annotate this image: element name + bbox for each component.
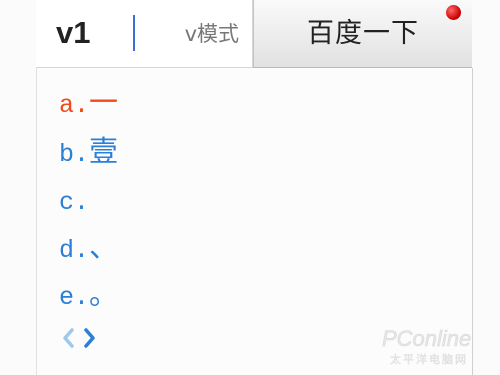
svg-text:太平洋电脑网: 太平洋电脑网: [390, 352, 468, 366]
candidate-text: 、: [89, 230, 119, 264]
svg-text:PConline: PConline: [382, 326, 471, 351]
candidate-pager: [59, 323, 99, 353]
candidate-index: b.: [59, 140, 90, 169]
candidate-item-a[interactable]: a.一: [59, 82, 118, 122]
previous-page-button[interactable]: [59, 325, 77, 351]
candidate-text: 壹: [89, 134, 119, 168]
candidate-index: c.: [59, 188, 90, 217]
candidate-text: 。: [89, 277, 119, 311]
search-button[interactable]: 百度一下: [253, 0, 472, 68]
next-page-button[interactable]: [81, 325, 99, 351]
candidate-index: a.: [59, 91, 90, 120]
search-input[interactable]: v1 v模式: [36, 0, 253, 68]
record-indicator-icon: [446, 5, 461, 20]
chevron-left-icon: [63, 328, 74, 348]
page: v1 v模式 百度一下 a.一 b.壹 c. d.、 e.。 PConline …: [0, 0, 500, 375]
pconline-watermark-logo: PConline 太平洋电脑网: [382, 326, 472, 367]
candidate-index: d.: [59, 236, 90, 265]
input-mode-label: v模式: [184, 22, 239, 46]
text-caret: [133, 15, 135, 51]
candidate-item-b[interactable]: b.壹: [59, 131, 118, 171]
candidate-item-d[interactable]: d.、: [59, 227, 118, 267]
candidate-item-e[interactable]: e.。: [59, 274, 118, 314]
candidate-index: e.: [59, 283, 90, 312]
search-button-label: 百度一下: [307, 18, 419, 49]
search-query-text: v1: [56, 15, 91, 50]
candidate-text: 一: [89, 85, 119, 119]
chevron-right-icon: [84, 328, 95, 348]
candidate-item-c[interactable]: c.: [59, 179, 89, 219]
